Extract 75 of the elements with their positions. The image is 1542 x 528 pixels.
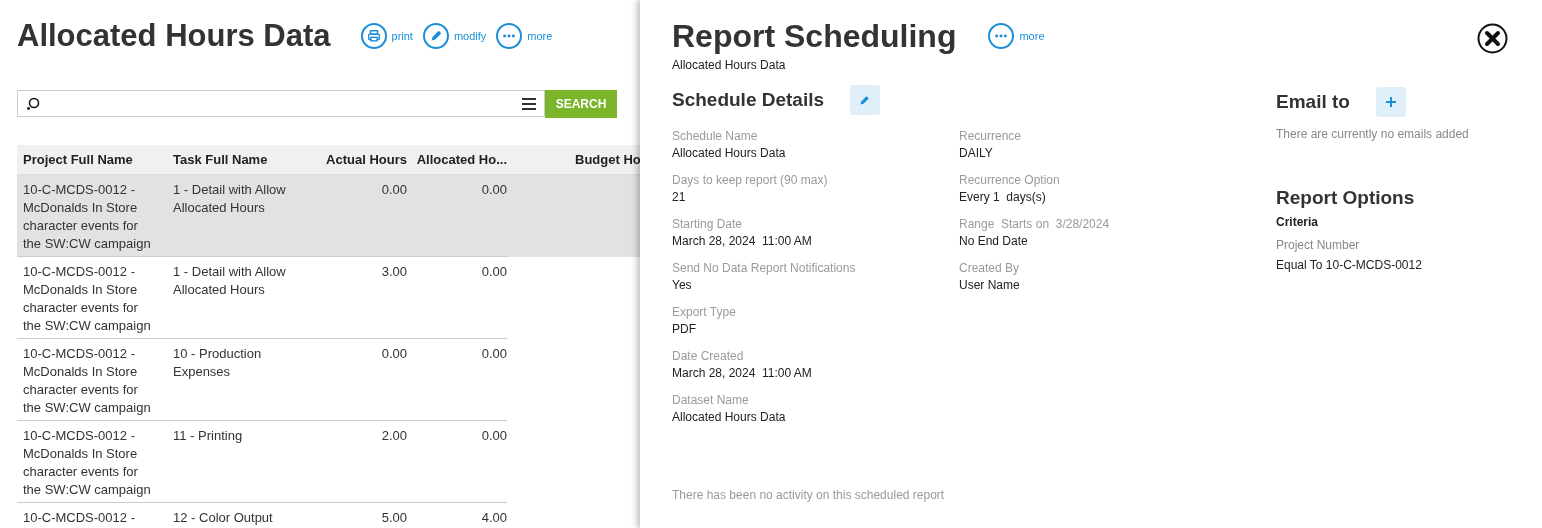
field-value: Allocated Hours Data	[672, 146, 787, 162]
field-label: Date Created	[672, 349, 745, 365]
field-value: March 28, 2024 11:00 AM	[672, 366, 813, 382]
table-cell: 10 - Production Expenses	[167, 339, 317, 421]
field-label: Range Starts on 3/28/2024	[959, 217, 1111, 233]
search-field[interactable]	[17, 90, 545, 117]
plus-icon	[1385, 97, 1396, 107]
field-value: No End Date	[959, 234, 1029, 250]
pencil-icon	[422, 23, 449, 49]
field-label: Schedule Name	[672, 129, 759, 145]
table-cell: 3.00	[317, 257, 407, 339]
column-header[interactable]: Project Full Name	[17, 145, 167, 175]
table-cell: 0.00	[407, 257, 507, 339]
table-cell: 0.00	[407, 421, 507, 503]
table-cell: 11 - Printing	[167, 421, 317, 503]
field-value: PDF	[672, 322, 697, 338]
empty-note: There are currently no emails added	[1276, 127, 1470, 141]
table-cell: 2.00	[317, 421, 407, 503]
table-cell: 10-C-MCDS-0012 - McDonalds In Store character events for the SW:CW campaign	[17, 339, 167, 421]
add-button[interactable]	[1375, 87, 1406, 117]
table-cell: 5.00	[317, 503, 407, 528]
field-label: Starting Date	[672, 217, 744, 233]
field-value: Allocated Hours Data	[672, 410, 787, 426]
field-label: Recurrence Option	[959, 173, 1061, 189]
table-cell: 0.00	[317, 339, 407, 421]
panel-title: Report Scheduling	[672, 17, 957, 55]
column-header[interactable]: Actual Hours	[317, 145, 407, 175]
close-button[interactable]	[1477, 23, 1508, 54]
field-label: Export Type	[672, 305, 737, 321]
field-label: Days to keep report (90 max)	[672, 173, 829, 189]
criteria-heading: Criteria	[1276, 215, 1320, 229]
activity-note: There has been no activity on this scheduled report	[672, 488, 946, 502]
table-cell: 10-C-MCDS-0012 - McDonalds In Store character events for the SW:CW campaign	[17, 175, 167, 257]
table-cell: 10-C-MCDS-0012 - McDonalds In Store character events for the SW:CW campaign	[17, 257, 167, 339]
column-header[interactable]: Budget Ho	[507, 145, 640, 175]
field-value: 21	[672, 190, 687, 206]
field-label: Created By	[959, 261, 1021, 277]
print-button[interactable]: print	[360, 23, 413, 49]
field-value: User Name	[959, 278, 1021, 294]
table-cell: 4.00	[407, 503, 507, 528]
field-value: Yes	[672, 278, 693, 294]
more-button[interactable]: more	[988, 23, 1045, 49]
criteria-value: Equal To 10-C-MCDS-0012	[1276, 258, 1423, 272]
more-icon	[496, 23, 523, 49]
field-value: March 28, 2024 11:00 AM	[672, 234, 813, 250]
more-button[interactable]: more	[496, 23, 553, 49]
field-label: Recurrence	[959, 129, 1023, 145]
edit-button[interactable]	[850, 85, 881, 115]
table-cell: 12 - Color Output	[167, 503, 317, 528]
field-value: DAILY	[959, 146, 994, 162]
table-cell: 1 - Detail with Allow Allocated Hours	[167, 175, 317, 257]
search-icon	[26, 96, 40, 111]
field-value: Every 1 days(s)	[959, 190, 1047, 206]
table-cell: 10-C-MCDS-0012 - McDonalds In Store character events for the SW:CW campaign	[17, 421, 167, 503]
table-cell: 1 - Detail with Allow Allocated Hours	[167, 257, 317, 339]
table-cell: 10-C-MCDS-0012 -	[17, 503, 167, 528]
modify-button[interactable]: modify	[422, 23, 487, 49]
close-icon	[1477, 23, 1508, 54]
criteria-label: Project Number	[1276, 238, 1361, 252]
page-title: Allocated Hours Data	[17, 18, 331, 54]
menu-icon[interactable]	[522, 97, 536, 110]
section-heading: Schedule Details	[672, 89, 825, 111]
column-header[interactable]: Task Full Name	[167, 145, 317, 175]
table-cell: 0.00	[407, 175, 507, 257]
section-heading: Report Options	[1276, 187, 1416, 209]
table-cell: 0.00	[317, 175, 407, 257]
pencil-icon	[859, 94, 872, 106]
field-label: Send No Data Report Notifications	[672, 261, 857, 277]
section-heading: Email to	[1276, 91, 1350, 113]
more-icon	[988, 23, 1015, 49]
field-label: Dataset Name	[672, 393, 750, 409]
column-header[interactable]: Allocated Ho...	[407, 145, 507, 175]
table-cell: 0.00	[407, 339, 507, 421]
panel-subtitle: Allocated Hours Data	[672, 58, 787, 72]
printer-icon	[360, 23, 387, 49]
